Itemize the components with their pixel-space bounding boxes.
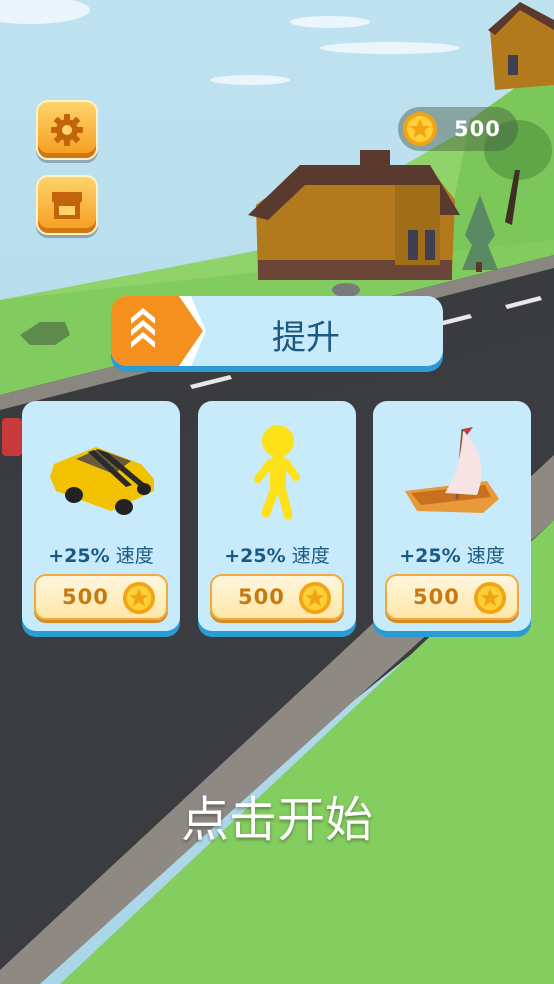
buy-button[interactable]: 500 [34,574,168,620]
buy-button[interactable]: 500 [385,574,519,620]
upgrade-card-runner[interactable]: +25% 速度 500 [198,401,356,631]
shop-icon [52,192,82,219]
price-label: 500 [238,585,285,609]
upgrade-card-car[interactable]: +25% 速度 500 [22,401,180,631]
car-icon [50,447,154,515]
settings-button[interactable] [36,100,98,160]
runner-icon [254,425,300,520]
upgrade-chevron-icon [111,296,206,366]
shop-button[interactable] [36,175,98,235]
coin-icon [298,581,332,615]
coin-icon [403,112,437,146]
card-description: +25% 速度 [399,545,505,567]
coin-icon [473,581,507,615]
coin-count: 500 [454,117,501,141]
tap-to-start-prompt[interactable]: 点击开始 [0,780,554,850]
price-label: 500 [62,585,109,609]
coin-icon [122,581,156,615]
price-label: 500 [413,585,460,609]
card-description: +25% 速度 [224,545,330,567]
card-description: +25% 速度 [48,545,154,567]
gear-icon [51,114,83,146]
upgrade-card-boat[interactable]: +25% 速度 500 [373,401,531,631]
buy-button[interactable]: 500 [210,574,344,620]
sailboat-icon [405,427,499,513]
coin-counter: 500 [398,107,518,151]
upgrade-title: 提升 [272,318,340,358]
upgrade-header[interactable]: 提升 [111,296,443,366]
